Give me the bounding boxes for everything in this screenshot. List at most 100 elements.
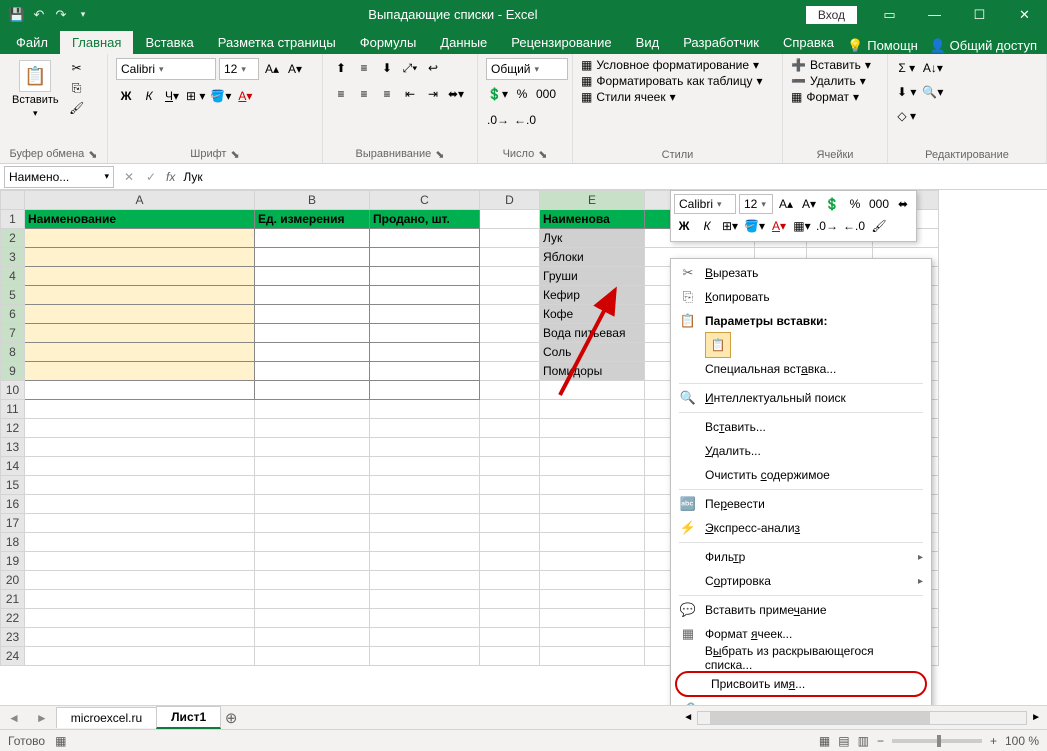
percent-icon[interactable]: %: [512, 84, 532, 104]
cell-A20[interactable]: [25, 571, 255, 590]
tab-review[interactable]: Рецензирование: [499, 31, 623, 54]
cell-D23[interactable]: [480, 628, 540, 647]
zoom-slider[interactable]: [892, 739, 982, 743]
cell-A9[interactable]: [25, 362, 255, 381]
cell-E8[interactable]: Соль: [540, 343, 645, 362]
new-sheet-button[interactable]: ⊕: [220, 709, 242, 727]
mini-comma-icon[interactable]: 000: [868, 194, 890, 214]
cell-B16[interactable]: [255, 495, 370, 514]
paste-button[interactable]: 📋 Вставить▾: [8, 58, 63, 121]
number-format-combo[interactable]: Общий▾: [486, 58, 568, 80]
cell-B2[interactable]: [255, 229, 370, 248]
ctx-clear[interactable]: Очистить содержимое: [671, 463, 931, 487]
cell-A14[interactable]: [25, 457, 255, 476]
orientation-icon[interactable]: ⤢▾: [400, 58, 420, 78]
cell-A2[interactable]: [25, 229, 255, 248]
ctx-format-cells[interactable]: ▦Формат ячеек...: [671, 622, 931, 646]
row-header-5[interactable]: 5: [1, 286, 25, 305]
cell-A18[interactable]: [25, 533, 255, 552]
cell-D21[interactable]: [480, 590, 540, 609]
cell-E23[interactable]: [540, 628, 645, 647]
cell-E18[interactable]: [540, 533, 645, 552]
accept-formula-icon[interactable]: ✓: [140, 170, 162, 184]
row-header-16[interactable]: 16: [1, 495, 25, 514]
cell-styles-button[interactable]: ▦ Стили ячеек ▾: [581, 90, 763, 104]
mini-painter-icon[interactable]: 🖌: [869, 216, 889, 236]
cell-B1[interactable]: Ед. измерения: [255, 210, 370, 229]
scroll-right-icon[interactable]: ►: [1031, 712, 1041, 723]
qat-more-icon[interactable]: ▾: [74, 6, 92, 24]
row-header-1[interactable]: 1: [1, 210, 25, 229]
minimize-icon[interactable]: —: [912, 0, 957, 29]
cell-A13[interactable]: [25, 438, 255, 457]
ctx-translate[interactable]: 🔤Перевести: [671, 492, 931, 516]
cell-A6[interactable]: [25, 305, 255, 324]
row-header-20[interactable]: 20: [1, 571, 25, 590]
cell-B6[interactable]: [255, 305, 370, 324]
cell-C20[interactable]: [370, 571, 480, 590]
fill-color-icon[interactable]: 🪣▾: [209, 86, 232, 106]
ctx-smart-lookup[interactable]: 🔍Интеллектуальный поиск: [671, 386, 931, 410]
view-layout-icon[interactable]: ▤: [838, 734, 849, 748]
tab-insert[interactable]: Вставка: [133, 31, 205, 54]
cell-B19[interactable]: [255, 552, 370, 571]
cell-C13[interactable]: [370, 438, 480, 457]
cell-D13[interactable]: [480, 438, 540, 457]
cell-C12[interactable]: [370, 419, 480, 438]
scroll-left-icon[interactable]: ◄: [683, 712, 693, 723]
formula-input[interactable]: Лук: [179, 170, 1047, 184]
col-header-A[interactable]: A: [25, 191, 255, 210]
cell-E24[interactable]: [540, 647, 645, 666]
tab-layout[interactable]: Разметка страницы: [206, 31, 348, 54]
row-header-23[interactable]: 23: [1, 628, 25, 647]
cell-A19[interactable]: [25, 552, 255, 571]
cell-A12[interactable]: [25, 419, 255, 438]
ctx-insert-comment[interactable]: 💬Вставить примечание: [671, 598, 931, 622]
cell-D10[interactable]: [480, 381, 540, 400]
redo-icon[interactable]: ↷: [52, 6, 70, 24]
cell-C22[interactable]: [370, 609, 480, 628]
cell-D8[interactable]: [480, 343, 540, 362]
cell-D11[interactable]: [480, 400, 540, 419]
undo-icon[interactable]: ↶: [30, 6, 48, 24]
underline-icon[interactable]: Ч ▾: [162, 86, 182, 106]
ctx-sort[interactable]: Сортировка: [671, 569, 931, 593]
align-top-icon[interactable]: ⬆: [331, 58, 351, 78]
cell-C5[interactable]: [370, 286, 480, 305]
macro-icon[interactable]: ▦: [55, 734, 66, 748]
cell-B22[interactable]: [255, 609, 370, 628]
cell-D2[interactable]: [480, 229, 540, 248]
cell-A17[interactable]: [25, 514, 255, 533]
cell-C2[interactable]: [370, 229, 480, 248]
mini-shrink-icon[interactable]: A▾: [799, 194, 819, 214]
sheet-tab-1[interactable]: microexcel.ru: [56, 707, 157, 728]
zoom-level[interactable]: 100 %: [1005, 734, 1039, 748]
row-header-4[interactable]: 4: [1, 267, 25, 286]
cell-E12[interactable]: [540, 419, 645, 438]
tab-formulas[interactable]: Формулы: [348, 31, 429, 54]
mini-currency-icon[interactable]: 💲: [822, 194, 842, 214]
col-header-D[interactable]: D: [480, 191, 540, 210]
row-header-24[interactable]: 24: [1, 647, 25, 666]
cell-A3[interactable]: [25, 248, 255, 267]
cell-D17[interactable]: [480, 514, 540, 533]
cell-C15[interactable]: [370, 476, 480, 495]
row-header-13[interactable]: 13: [1, 438, 25, 457]
borders-icon[interactable]: ⊞ ▾: [185, 86, 206, 106]
cell-E19[interactable]: [540, 552, 645, 571]
cell-D22[interactable]: [480, 609, 540, 628]
cell-D1[interactable]: [480, 210, 540, 229]
ctx-copy[interactable]: ⎘Копировать: [671, 285, 931, 309]
sheet-nav-next[interactable]: ►: [28, 711, 56, 725]
row-header-2[interactable]: 2: [1, 229, 25, 248]
ctx-delete[interactable]: Удалить...: [671, 439, 931, 463]
mini-bold-icon[interactable]: Ж: [674, 216, 694, 236]
cell-D9[interactable]: [480, 362, 540, 381]
cell-C1[interactable]: Продано, шт.: [370, 210, 480, 229]
save-icon[interactable]: 💾: [8, 6, 26, 24]
row-header-19[interactable]: 19: [1, 552, 25, 571]
tab-data[interactable]: Данные: [428, 31, 499, 54]
cell-A23[interactable]: [25, 628, 255, 647]
cell-C11[interactable]: [370, 400, 480, 419]
cell-C21[interactable]: [370, 590, 480, 609]
